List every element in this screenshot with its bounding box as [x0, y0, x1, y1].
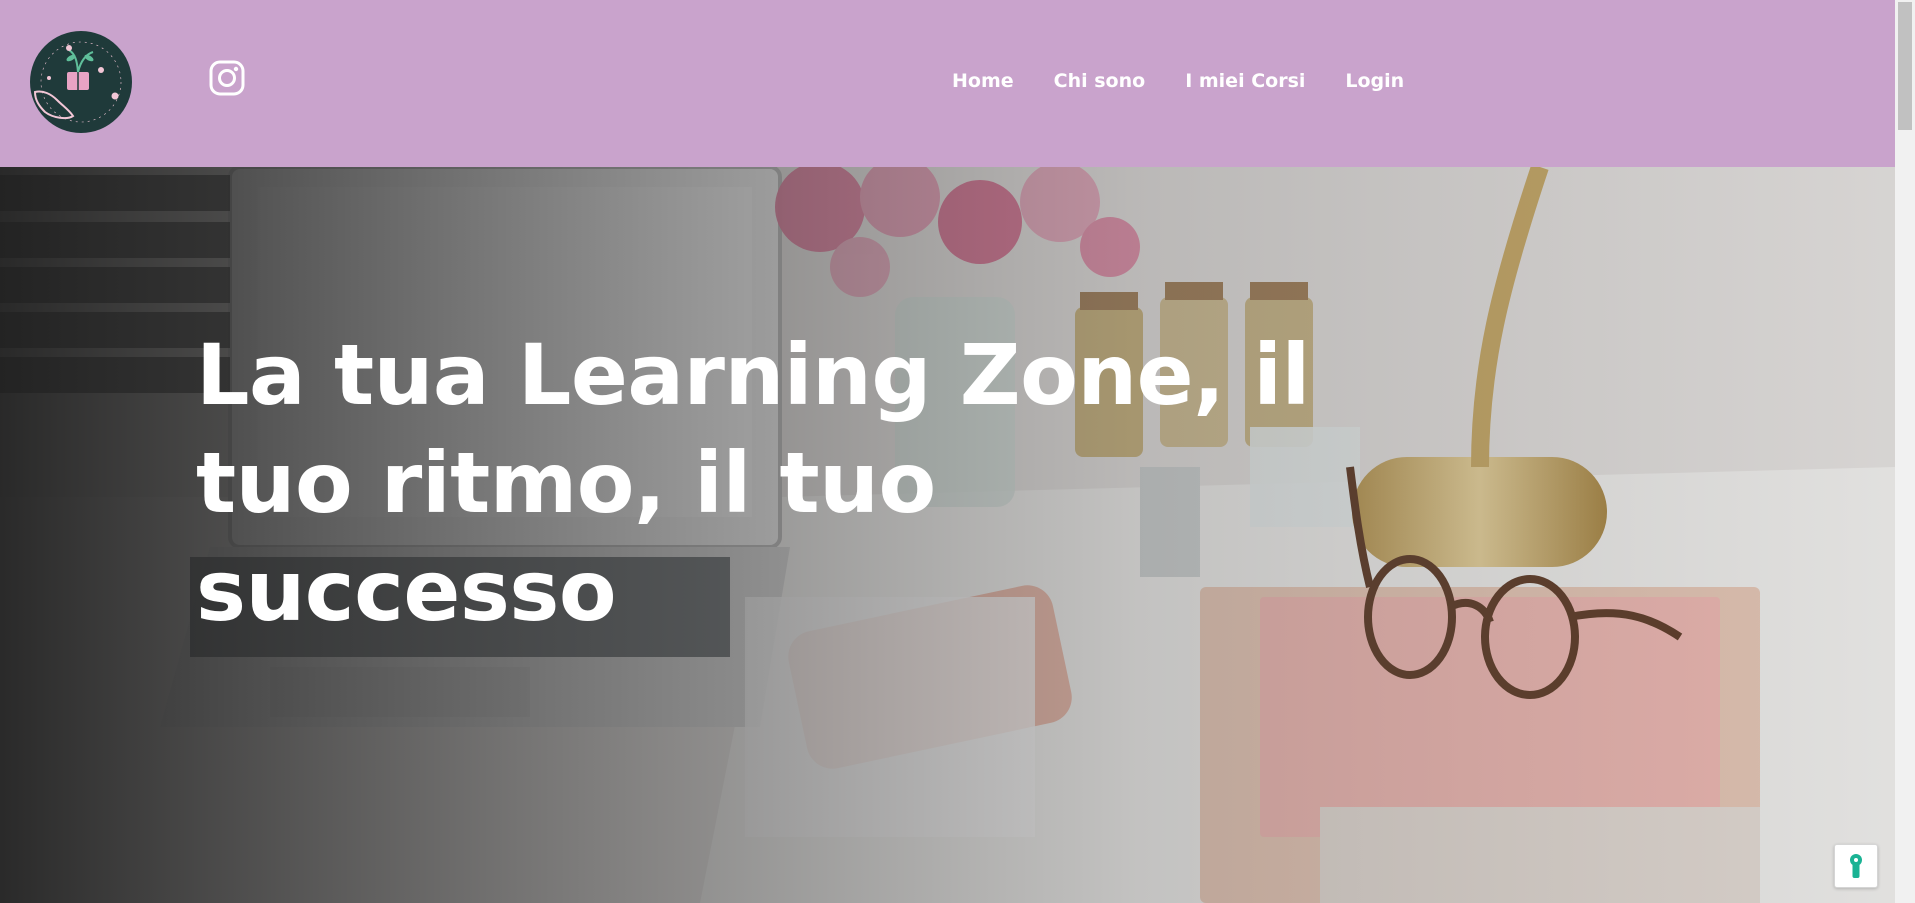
- site-logo[interactable]: [29, 30, 133, 134]
- nav-chi-sono[interactable]: Chi sono: [1054, 66, 1146, 96]
- nav-i-miei-corsi[interactable]: I miei Corsi: [1185, 66, 1305, 96]
- hero-section: La tua Learning Zone, il tuo ritmo, il t…: [0, 167, 1895, 903]
- keyhole-icon: [1850, 854, 1862, 878]
- hero-title: La tua Learning Zone, il tuo ritmo, il t…: [196, 326, 1310, 640]
- nav-login[interactable]: Login: [1345, 66, 1404, 96]
- page: Home Chi sono I miei Corsi Login La tua …: [0, 0, 1895, 903]
- nav-home[interactable]: Home: [952, 66, 1014, 96]
- privacy-settings-button[interactable]: [1834, 844, 1878, 888]
- logo-icon: [30, 31, 132, 133]
- page-scrollbar[interactable]: [1895, 0, 1915, 903]
- main-navigation: Home Chi sono I miei Corsi Login: [952, 66, 1444, 96]
- instagram-icon: [209, 60, 245, 96]
- instagram-link[interactable]: [209, 60, 245, 96]
- site-header: Home Chi sono I miei Corsi Login: [0, 0, 1895, 167]
- scrollbar-thumb[interactable]: [1898, 2, 1912, 130]
